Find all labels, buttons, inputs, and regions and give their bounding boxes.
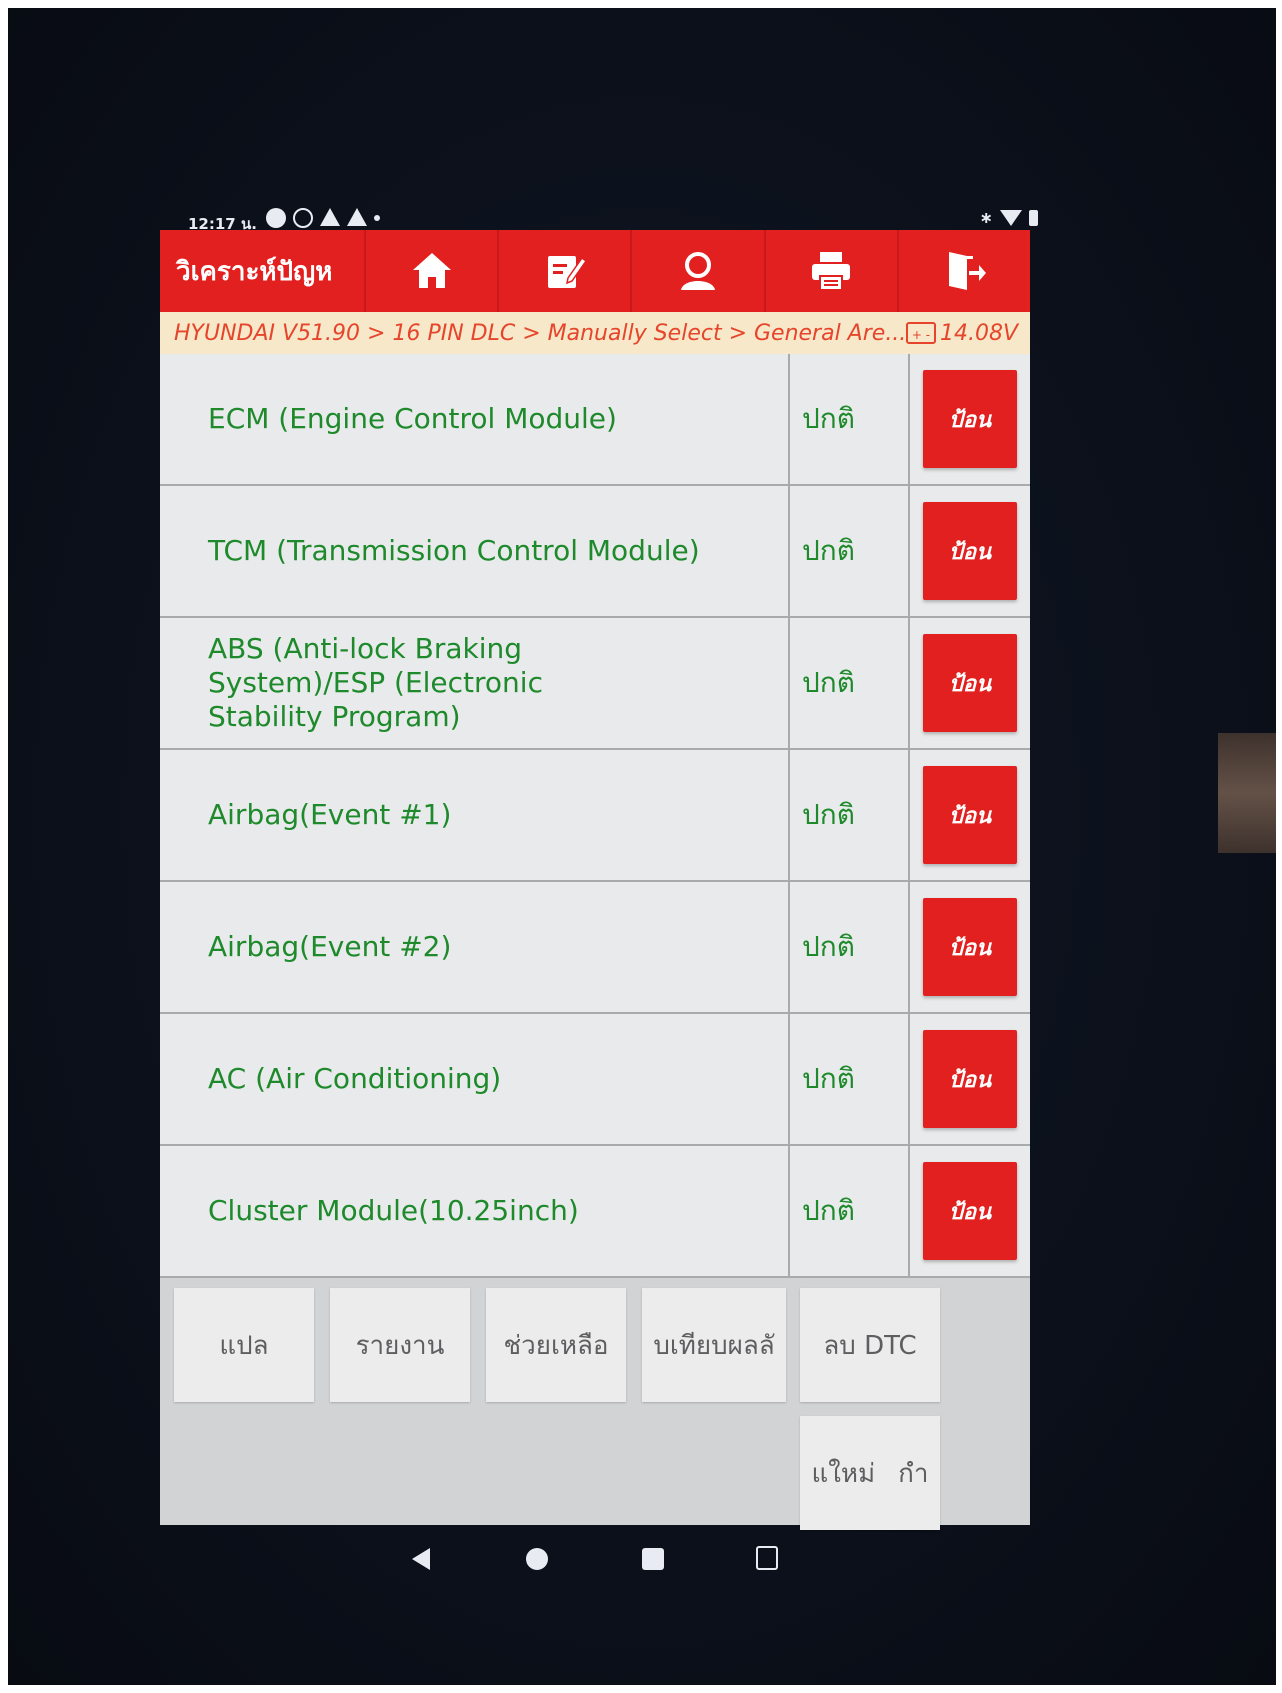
car-battery-icon: + -: [905, 322, 936, 344]
module-name: Cluster Module(10.25inch): [160, 1146, 790, 1276]
module-status: ปกติ: [790, 354, 910, 484]
exit-icon: [949, 252, 987, 290]
app-screen: วิเคราะห์ปัญห HYUNDAI V51.90 > 16 PIN DL…: [160, 230, 1030, 1530]
list-item: TCM (Transmission Control Module) ปกติ ป…: [160, 486, 1030, 618]
new-button[interactable]: แใหม่ กำ: [800, 1416, 940, 1530]
notification-icons: [266, 208, 380, 228]
warning-icon: [347, 208, 367, 226]
exit-button[interactable]: [899, 230, 1030, 312]
vpn-icon: [293, 208, 313, 228]
voltage-value: 14.08V: [939, 320, 1018, 346]
module-status: ปกติ: [790, 618, 910, 748]
system-icons: ∗: [980, 208, 1038, 227]
user-button[interactable]: [632, 230, 766, 312]
battery-icon: [1029, 209, 1038, 226]
enter-button[interactable]: ป้อน: [923, 502, 1017, 600]
enter-button[interactable]: ป้อน: [923, 634, 1017, 732]
module-action-cell: ป้อน: [910, 882, 1030, 1012]
module-action-cell: ป้อน: [910, 618, 1030, 748]
module-name: ABS (Anti-lock Braking System)/ESP (Elec…: [160, 618, 790, 748]
module-action-cell: ป้อน: [910, 1146, 1030, 1276]
screenshot-icon[interactable]: [756, 1546, 778, 1570]
module-name: AC (Air Conditioning): [160, 1014, 790, 1144]
compare-results-button[interactable]: บเทียบผลลั: [642, 1288, 786, 1402]
home-icon: [412, 253, 451, 288]
edit-button[interactable]: [499, 230, 633, 312]
list-item: ECM (Engine Control Module) ปกติ ป้อน: [160, 354, 1030, 486]
module-action-cell: ป้อน: [910, 1014, 1030, 1144]
background-reflection: [1218, 733, 1276, 853]
module-list: ECM (Engine Control Module) ปกติ ป้อน TC…: [160, 354, 1030, 1278]
printer-icon: [812, 252, 851, 291]
back-icon[interactable]: [412, 1548, 430, 1570]
translate-button[interactable]: แปล: [174, 1288, 314, 1402]
module-name: TCM (Transmission Control Module): [160, 486, 790, 616]
new-button-suffix: กำ: [898, 1458, 929, 1489]
module-action-cell: ป้อน: [910, 750, 1030, 880]
module-status: ปกติ: [790, 1014, 910, 1144]
edit-icon: [547, 256, 587, 288]
home-nav-icon[interactable]: [526, 1548, 548, 1570]
module-action-cell: ป้อน: [910, 486, 1030, 616]
enter-button[interactable]: ป้อน: [923, 898, 1017, 996]
bottom-action-bar: แปล รายงาน ช่วยเหลือ บเทียบผลลั ลบ DTC แ…: [160, 1278, 1030, 1530]
report-button[interactable]: รายงาน: [330, 1288, 470, 1402]
module-status: ปกติ: [790, 1146, 910, 1276]
module-action-cell: ป้อน: [910, 354, 1030, 484]
navigation-bar: [380, 1540, 780, 1580]
top-toolbar: วิเคราะห์ปัญห: [160, 230, 1030, 312]
enter-button[interactable]: ป้อน: [923, 766, 1017, 864]
battery-voltage: + - 14.08V: [905, 320, 1030, 346]
list-item: AC (Air Conditioning) ปกติ ป้อน: [160, 1014, 1030, 1146]
enter-button[interactable]: ป้อน: [923, 370, 1017, 468]
enter-button[interactable]: ป้อน: [923, 1030, 1017, 1128]
user-icon: [681, 252, 715, 290]
list-item: Airbag(Event #1) ปกติ ป้อน: [160, 750, 1030, 882]
wifi-icon: [1000, 209, 1022, 226]
bluetooth-icon: ∗: [979, 208, 993, 227]
print-button[interactable]: [766, 230, 899, 312]
breadcrumb: HYUNDAI V51.90 > 16 PIN DLC > Manually S…: [160, 312, 1030, 354]
notification-icon: [266, 208, 286, 228]
recent-apps-icon[interactable]: [642, 1548, 664, 1570]
module-status: ปกติ: [790, 750, 910, 880]
warning-icon: [320, 208, 340, 226]
breadcrumb-path: HYUNDAI V51.90 > 16 PIN DLC > Manually S…: [174, 320, 906, 346]
list-item: Airbag(Event #2) ปกติ ป้อน: [160, 882, 1030, 1014]
page-title: วิเคราะห์ปัญห: [160, 230, 366, 312]
home-button[interactable]: [366, 230, 500, 312]
module-status: ปกติ: [790, 882, 910, 1012]
list-item: ABS (Anti-lock Braking System)/ESP (Elec…: [160, 618, 1030, 750]
module-name: ECM (Engine Control Module): [160, 354, 790, 484]
list-item: Cluster Module(10.25inch) ปกติ ป้อน: [160, 1146, 1030, 1278]
enter-button[interactable]: ป้อน: [923, 1162, 1017, 1260]
module-name: Airbag(Event #1): [160, 750, 790, 880]
help-button[interactable]: ช่วยเหลือ: [486, 1288, 626, 1402]
new-button-label: แใหม่: [811, 1458, 876, 1489]
module-name: Airbag(Event #2): [160, 882, 790, 1012]
clear-dtc-button[interactable]: ลบ DTC: [800, 1288, 940, 1402]
more-notifications-icon: [374, 215, 380, 221]
module-status: ปกติ: [790, 486, 910, 616]
